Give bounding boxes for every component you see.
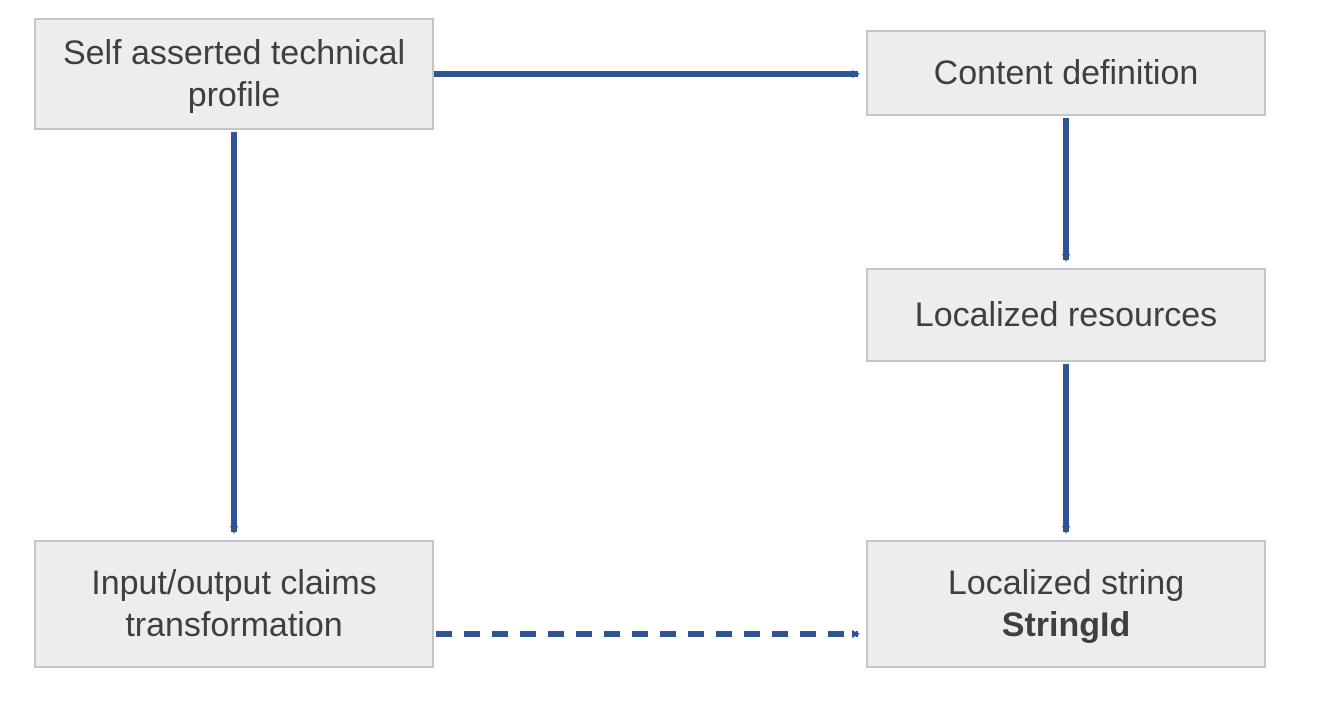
node-self-asserted: Self asserted technical profile — [34, 18, 434, 130]
flow-diagram: Self asserted technical profile Content … — [0, 0, 1320, 716]
node-label: Localized string — [948, 562, 1184, 605]
node-label: Input/output claims transformation — [52, 562, 416, 647]
node-label: Self asserted technical profile — [52, 32, 416, 117]
node-content-definition: Content definition — [866, 30, 1266, 116]
node-label: Content definition — [934, 52, 1199, 95]
node-label: Localized resources — [915, 294, 1217, 337]
node-localized-string: Localized string StringId — [866, 540, 1266, 668]
node-localized-resources: Localized resources — [866, 268, 1266, 362]
node-sublabel: StringId — [1002, 604, 1130, 647]
node-claims-transformation: Input/output claims transformation — [34, 540, 434, 668]
